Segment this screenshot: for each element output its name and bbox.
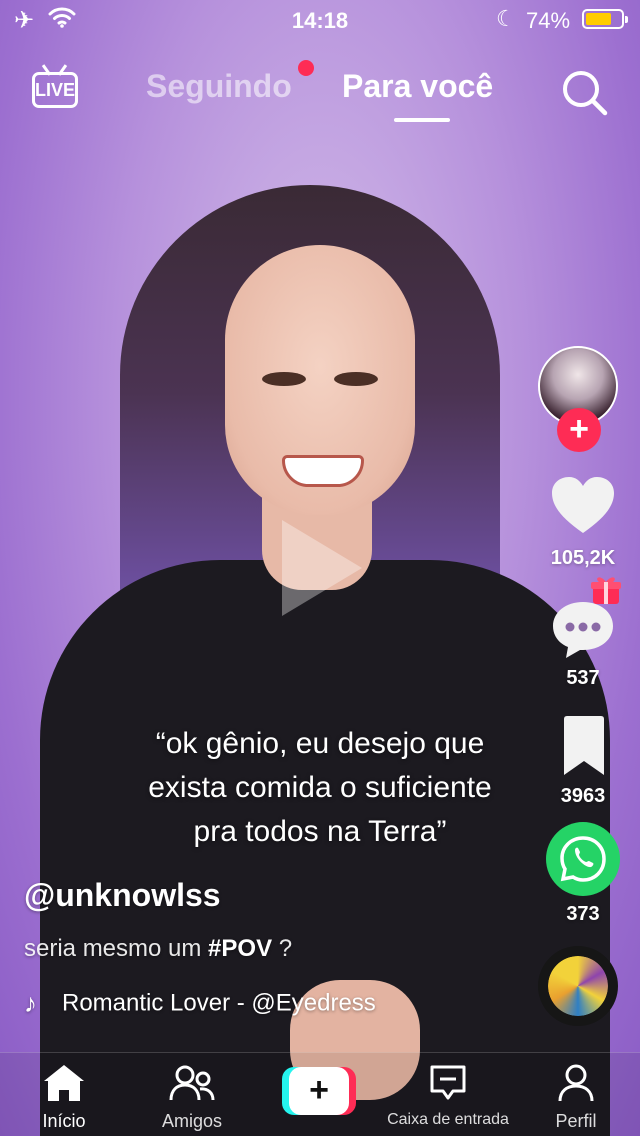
music-disc-icon[interactable] <box>538 946 618 1026</box>
album-art <box>548 956 608 1016</box>
video-person-eye <box>262 372 306 386</box>
tab-profile-label: Perfil <box>555 1111 597 1131</box>
create-plus-icon: + <box>282 1067 356 1115</box>
whatsapp-icon <box>560 836 606 882</box>
tab-home[interactable]: Início <box>24 1053 104 1136</box>
bookmark-icon[interactable] <box>560 715 608 777</box>
battery-icon <box>582 9 628 29</box>
tab-following[interactable]: Seguindo <box>146 68 292 105</box>
hashtag-link[interactable]: #POV <box>208 935 272 962</box>
active-tab-indicator <box>394 118 450 122</box>
like-count: 105,2K <box>550 547 616 569</box>
create-button[interactable]: + <box>282 1053 356 1136</box>
top-nav: LIVE Seguindo Para você <box>0 56 640 126</box>
tab-friends-label: Amigos <box>161 1111 223 1131</box>
bottom-tab-bar: Início Amigos + Caixa de entrada Perfil <box>0 1052 640 1136</box>
inbox-icon <box>430 1065 466 1100</box>
tab-for-you[interactable]: Para você <box>342 68 493 105</box>
search-icon[interactable] <box>560 68 608 116</box>
video-person-eye <box>334 372 378 386</box>
sound-link[interactable]: ♪ Romantic Lover - @Eyedress <box>24 988 376 1019</box>
live-label: LIVE <box>32 72 78 108</box>
caption-line: pra todos na Terra” <box>193 815 447 848</box>
creator-username[interactable]: @unknowlss <box>24 877 221 914</box>
like-heart-icon[interactable] <box>550 475 616 535</box>
battery-fill <box>586 13 611 25</box>
save-count: 3963 <box>560 785 606 807</box>
live-button[interactable]: LIVE <box>32 62 78 108</box>
video-caption: “ok gênio, eu desejo que exista comida o… <box>90 722 550 854</box>
comment-count: 537 <box>566 667 600 689</box>
caption-line: “ok gênio, eu desejo que <box>155 727 485 760</box>
home-icon <box>44 1065 84 1101</box>
profile-icon <box>558 1064 594 1102</box>
play-icon[interactable] <box>282 520 362 616</box>
whatsapp-share-button[interactable] <box>546 822 620 896</box>
tab-home-label: Início <box>42 1111 86 1131</box>
comment-icon[interactable] <box>550 598 616 660</box>
friends-icon <box>169 1065 215 1101</box>
sound-name: Romantic Lover - @Eyedress <box>62 989 376 1017</box>
tab-inbox-label: Caixa de entrada <box>387 1111 509 1128</box>
music-note-icon: ♪ <box>24 988 37 1018</box>
tab-friends[interactable]: Amigos <box>150 1053 234 1136</box>
tab-profile[interactable]: Perfil <box>544 1053 608 1136</box>
follow-button[interactable]: + <box>557 408 601 452</box>
battery-percent: 74% <box>526 8 571 33</box>
notification-dot <box>298 60 314 76</box>
create-plus-symbol: + <box>289 1067 349 1115</box>
post-description: seria mesmo um #POV ? <box>24 935 292 963</box>
share-count: 373 <box>566 903 600 925</box>
status-bar: ✈ 14:18 ☾ 74% <box>0 0 640 40</box>
caption-line: exista comida o suficiente <box>148 771 492 804</box>
description-suffix: ? <box>272 935 293 962</box>
video-person-smile <box>282 455 364 487</box>
description-text: seria mesmo um <box>24 935 209 962</box>
moon-icon: ☾ <box>496 6 516 31</box>
video-feed-screen[interactable]: ✈ 14:18 ☾ 74% LIVE Seguindo Para você “o… <box>0 0 640 1136</box>
tab-inbox[interactable]: Caixa de entrada <box>380 1053 516 1136</box>
